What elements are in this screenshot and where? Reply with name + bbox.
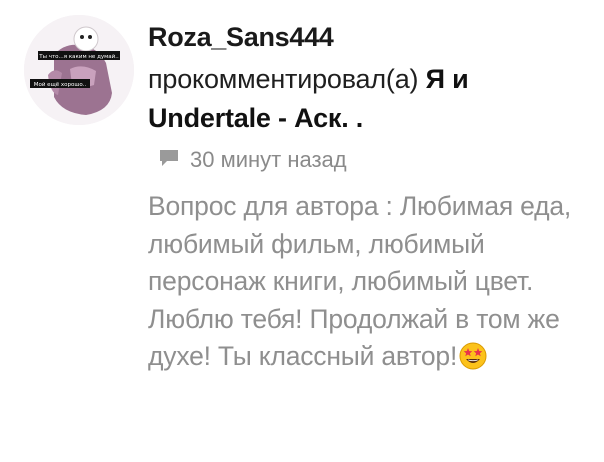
comment-text: Вопрос для автора : Любимая еда, любимый… bbox=[148, 191, 572, 371]
action-text: прокомментировал(а) bbox=[148, 64, 419, 94]
avatar-caption-top: Ты что...я каким не думай.. bbox=[38, 53, 119, 60]
author-username[interactable]: Roza_Sans444 bbox=[148, 22, 334, 53]
comment-notification[interactable]: Ты что...я каким не думай.. Мой ещё хоро… bbox=[0, 0, 604, 462]
comment-body: Вопрос для автора : Любимая еда, любимый… bbox=[148, 188, 588, 381]
avatar-caption-bottom: Мой ещё хорошо.. bbox=[34, 81, 87, 88]
avatar-image: Ты что...я каким не думай.. Мой ещё хоро… bbox=[24, 15, 134, 125]
notification-headline: прокомментировал(а) Я и Undertale - Аск.… bbox=[148, 60, 578, 138]
comment-bubble-icon bbox=[158, 148, 180, 173]
star-struck-emoji-icon bbox=[459, 342, 487, 381]
timestamp-row: 30 минут назад bbox=[158, 145, 347, 175]
time-ago: 30 минут назад bbox=[190, 147, 347, 172]
avatar[interactable]: Ты что...я каким не думай.. Мой ещё хоро… bbox=[24, 15, 134, 125]
